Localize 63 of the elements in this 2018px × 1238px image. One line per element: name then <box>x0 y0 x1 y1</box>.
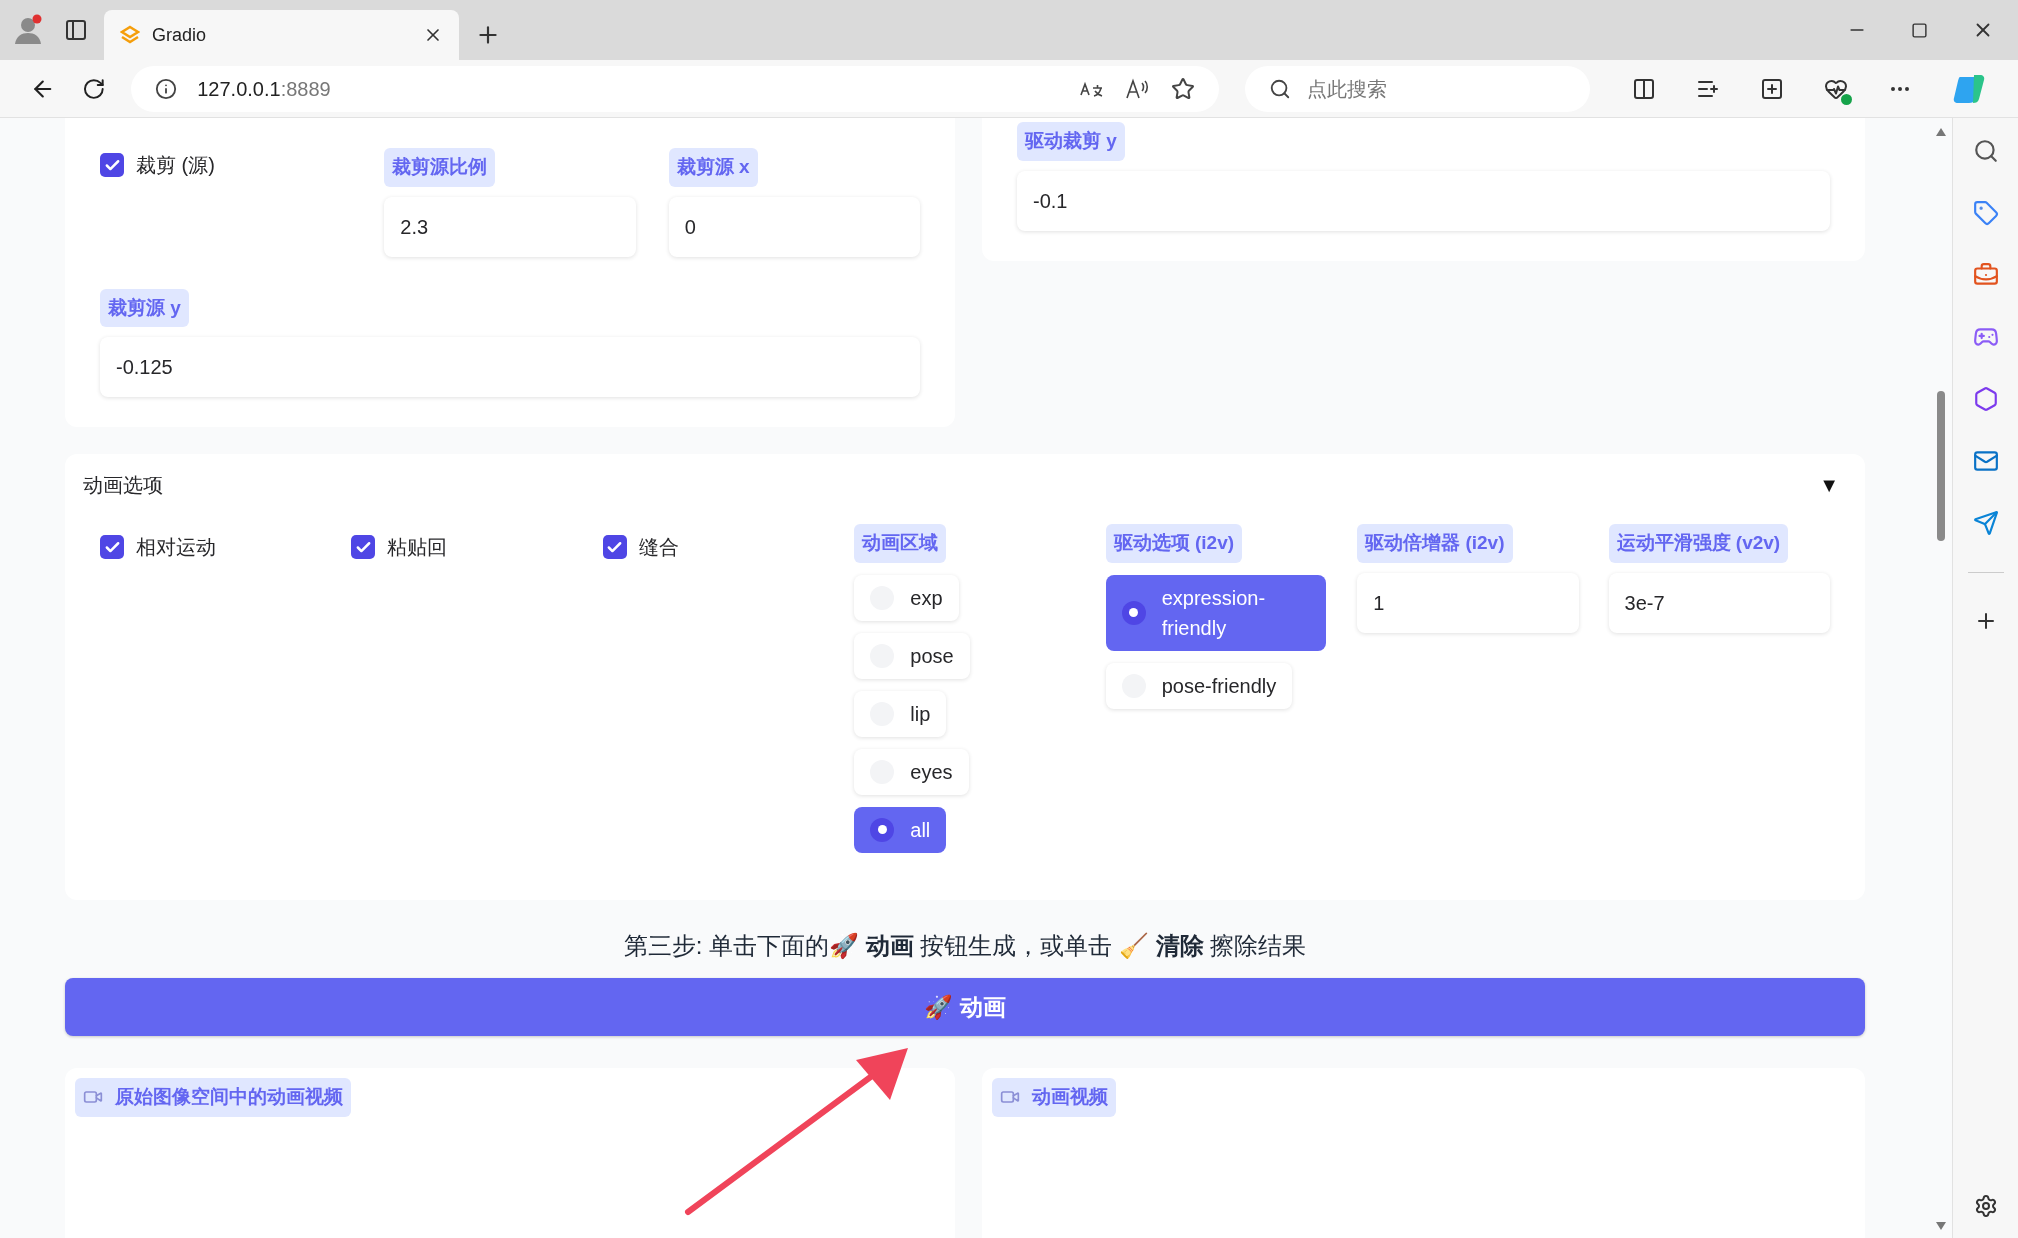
radio-option[interactable]: lip <box>854 690 947 737</box>
checkbox-label: 粘贴回 <box>387 535 448 560</box>
send-icon[interactable] <box>1972 510 1999 536</box>
reload-icon[interactable] <box>81 76 106 101</box>
browser-tab[interactable]: Gradio <box>104 10 459 60</box>
url-text: 127.0.0.1:8889 <box>197 76 332 102</box>
checkbox-label: 缝合 <box>638 535 679 560</box>
search-placeholder: 点此搜索 <box>1306 76 1387 102</box>
tab-title: Gradio <box>152 23 208 47</box>
split-screen-icon[interactable] <box>1632 76 1656 101</box>
number-field[interactable]: 2.3 <box>384 196 636 257</box>
gradio-logo-icon <box>120 25 140 45</box>
field-label: 动画视频 <box>992 1078 1116 1117</box>
field-label: 驱动倍增器 (i2v) <box>1357 524 1513 563</box>
radio-option[interactable]: all <box>854 806 947 853</box>
field-label: 运动平滑强度 (v2v) <box>1608 524 1789 563</box>
search-field[interactable]: 点此搜索 <box>1244 65 1590 112</box>
maximize-icon[interactable] <box>1911 21 1928 39</box>
field-label: 原始图像空间中的动画视频 <box>75 1078 351 1117</box>
mail-icon[interactable] <box>1972 448 1999 474</box>
field-label: 裁剪源比例 <box>384 148 496 187</box>
search-icon <box>1268 77 1291 100</box>
radio-option[interactable]: pose-friendly <box>1105 662 1293 709</box>
tag-icon[interactable] <box>1972 200 1999 226</box>
collections-icon[interactable] <box>1760 76 1784 101</box>
settings-icon[interactable] <box>1973 1194 1998 1218</box>
scrollbar[interactable] <box>1930 118 1952 1238</box>
number-field[interactable]: -0.125 <box>100 337 920 397</box>
collapse-toggle[interactable]: ▼ <box>1819 470 1839 500</box>
checkbox[interactable] <box>351 535 376 559</box>
read-aloud-icon[interactable] <box>1124 77 1151 100</box>
field-label: 动画区域 <box>854 524 947 563</box>
number-field[interactable]: 1 <box>1357 572 1579 633</box>
section-title: 动画选项 <box>83 473 163 498</box>
number-field[interactable]: 3e-7 <box>1608 572 1830 633</box>
info-icon[interactable] <box>155 77 178 100</box>
radio-option[interactable]: expression-friendly <box>1105 574 1326 651</box>
tab-actions-icon[interactable] <box>64 18 88 42</box>
instruction-text: 第三步: 单击下面的🚀 动画 按钮生成，或单击 🧹 清除 擦除结果 <box>623 931 1307 961</box>
profile-icon[interactable] <box>12 14 44 46</box>
checkbox-label: 相对运动 <box>136 535 216 560</box>
favorite-icon[interactable] <box>1170 76 1195 101</box>
scroll-down-icon[interactable] <box>1936 1222 1946 1230</box>
animate-button[interactable]: 🚀 动画 <box>65 978 1865 1036</box>
checkbox[interactable] <box>100 153 124 177</box>
radio-option[interactable]: pose <box>854 632 970 679</box>
radio-option[interactable]: eyes <box>854 748 969 795</box>
number-field[interactable]: -0.1 <box>1017 170 1830 231</box>
checkbox[interactable] <box>100 535 124 559</box>
field-label: 裁剪源 y <box>100 288 189 327</box>
search-icon[interactable] <box>1972 138 1999 164</box>
briefcase-icon[interactable] <box>1972 262 1999 288</box>
field-label: 裁剪源 x <box>668 148 758 187</box>
number-field[interactable]: 0 <box>668 196 920 257</box>
radio-option[interactable]: exp <box>854 574 959 621</box>
field-label: 驱动裁剪 y <box>1017 122 1125 161</box>
checkbox-label: 裁剪 (源) <box>136 153 215 178</box>
scrollbar-thumb[interactable] <box>1937 391 1945 541</box>
hexagon-icon[interactable] <box>1972 386 1999 412</box>
address-bar[interactable]: 127.0.0.1:8889 <box>131 65 1219 112</box>
field-label: 驱动选项 (i2v) <box>1105 524 1243 563</box>
checkbox[interactable] <box>602 535 627 559</box>
scroll-up-icon[interactable] <box>1936 128 1946 136</box>
